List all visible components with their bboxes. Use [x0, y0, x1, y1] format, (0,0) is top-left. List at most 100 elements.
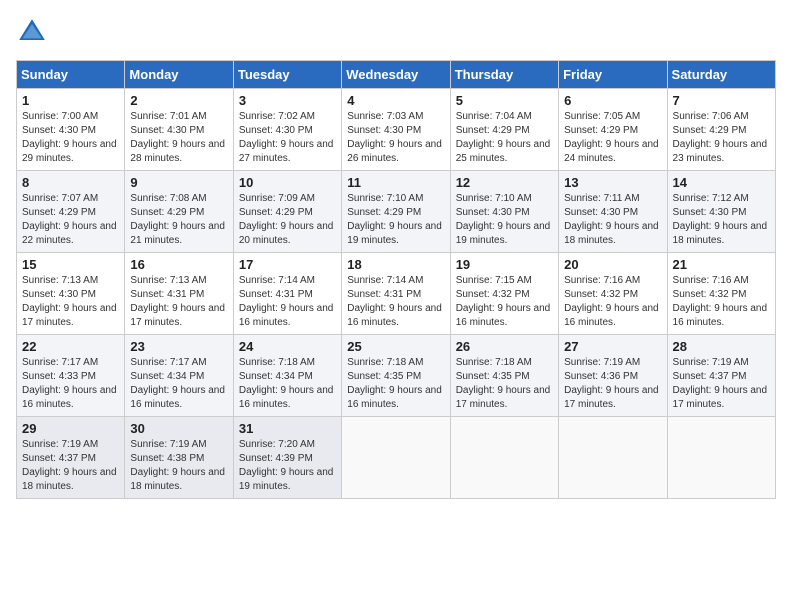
day-info: Sunrise: 7:05 AM Sunset: 4:29 PM Dayligh…: [564, 110, 661, 166]
daylight-label: Daylight: 9 hours and 17 minutes.: [673, 385, 768, 410]
calendar-cell: [342, 417, 450, 499]
sunrise-label: Sunrise: 7:04 AM: [456, 111, 532, 122]
day-number: 1: [22, 93, 119, 108]
day-number: 28: [673, 339, 770, 354]
calendar-cell: 30 Sunrise: 7:19 AM Sunset: 4:38 PM Dayl…: [125, 417, 233, 499]
sunrise-label: Sunrise: 7:18 AM: [347, 357, 423, 368]
day-info: Sunrise: 7:16 AM Sunset: 4:32 PM Dayligh…: [673, 274, 770, 330]
day-number: 14: [673, 175, 770, 190]
day-info: Sunrise: 7:02 AM Sunset: 4:30 PM Dayligh…: [239, 110, 336, 166]
day-header-wednesday: Wednesday: [342, 61, 450, 89]
sunrise-label: Sunrise: 7:03 AM: [347, 111, 423, 122]
calendar-week-row: 8 Sunrise: 7:07 AM Sunset: 4:29 PM Dayli…: [17, 171, 776, 253]
day-info: Sunrise: 7:10 AM Sunset: 4:29 PM Dayligh…: [347, 192, 444, 248]
daylight-label: Daylight: 9 hours and 16 minutes.: [564, 303, 659, 328]
sunrise-label: Sunrise: 7:00 AM: [22, 111, 98, 122]
day-info: Sunrise: 7:18 AM Sunset: 4:35 PM Dayligh…: [347, 356, 444, 412]
calendar-cell: 21 Sunrise: 7:16 AM Sunset: 4:32 PM Dayl…: [667, 253, 775, 335]
calendar-cell: 29 Sunrise: 7:19 AM Sunset: 4:37 PM Dayl…: [17, 417, 125, 499]
day-header-friday: Friday: [559, 61, 667, 89]
sunset-label: Sunset: 4:29 PM: [22, 207, 96, 218]
calendar-cell: 14 Sunrise: 7:12 AM Sunset: 4:30 PM Dayl…: [667, 171, 775, 253]
daylight-label: Daylight: 9 hours and 22 minutes.: [22, 221, 117, 246]
day-info: Sunrise: 7:03 AM Sunset: 4:30 PM Dayligh…: [347, 110, 444, 166]
daylight-label: Daylight: 9 hours and 19 minutes.: [347, 221, 442, 246]
day-number: 23: [130, 339, 227, 354]
calendar-cell: 13 Sunrise: 7:11 AM Sunset: 4:30 PM Dayl…: [559, 171, 667, 253]
day-info: Sunrise: 7:19 AM Sunset: 4:38 PM Dayligh…: [130, 438, 227, 494]
day-number: 21: [673, 257, 770, 272]
day-info: Sunrise: 7:12 AM Sunset: 4:30 PM Dayligh…: [673, 192, 770, 248]
sunset-label: Sunset: 4:29 PM: [564, 125, 638, 136]
day-number: 12: [456, 175, 553, 190]
day-header-sunday: Sunday: [17, 61, 125, 89]
calendar-cell: [667, 417, 775, 499]
daylight-label: Daylight: 9 hours and 16 minutes.: [347, 303, 442, 328]
calendar-cell: 2 Sunrise: 7:01 AM Sunset: 4:30 PM Dayli…: [125, 89, 233, 171]
calendar-cell: 31 Sunrise: 7:20 AM Sunset: 4:39 PM Dayl…: [233, 417, 341, 499]
sunrise-label: Sunrise: 7:19 AM: [130, 439, 206, 450]
calendar-cell: 28 Sunrise: 7:19 AM Sunset: 4:37 PM Dayl…: [667, 335, 775, 417]
sunset-label: Sunset: 4:33 PM: [22, 371, 96, 382]
day-header-saturday: Saturday: [667, 61, 775, 89]
day-number: 25: [347, 339, 444, 354]
day-info: Sunrise: 7:13 AM Sunset: 4:31 PM Dayligh…: [130, 274, 227, 330]
daylight-label: Daylight: 9 hours and 17 minutes.: [130, 303, 225, 328]
day-number: 29: [22, 421, 119, 436]
day-number: 26: [456, 339, 553, 354]
sunrise-label: Sunrise: 7:19 AM: [673, 357, 749, 368]
sunset-label: Sunset: 4:39 PM: [239, 453, 313, 464]
daylight-label: Daylight: 9 hours and 27 minutes.: [239, 139, 334, 164]
sunset-label: Sunset: 4:30 PM: [456, 207, 530, 218]
day-number: 13: [564, 175, 661, 190]
daylight-label: Daylight: 9 hours and 16 minutes.: [239, 303, 334, 328]
calendar-cell: 19 Sunrise: 7:15 AM Sunset: 4:32 PM Dayl…: [450, 253, 558, 335]
day-info: Sunrise: 7:19 AM Sunset: 4:36 PM Dayligh…: [564, 356, 661, 412]
sunrise-label: Sunrise: 7:09 AM: [239, 193, 315, 204]
calendar-cell: 4 Sunrise: 7:03 AM Sunset: 4:30 PM Dayli…: [342, 89, 450, 171]
day-header-monday: Monday: [125, 61, 233, 89]
calendar-cell: 9 Sunrise: 7:08 AM Sunset: 4:29 PM Dayli…: [125, 171, 233, 253]
calendar-cell: 12 Sunrise: 7:10 AM Sunset: 4:30 PM Dayl…: [450, 171, 558, 253]
daylight-label: Daylight: 9 hours and 19 minutes.: [456, 221, 551, 246]
day-number: 27: [564, 339, 661, 354]
sunrise-label: Sunrise: 7:14 AM: [239, 275, 315, 286]
daylight-label: Daylight: 9 hours and 26 minutes.: [347, 139, 442, 164]
calendar-body: 1 Sunrise: 7:00 AM Sunset: 4:30 PM Dayli…: [17, 89, 776, 499]
logo-icon: [16, 16, 48, 48]
daylight-label: Daylight: 9 hours and 17 minutes.: [22, 303, 117, 328]
day-info: Sunrise: 7:20 AM Sunset: 4:39 PM Dayligh…: [239, 438, 336, 494]
sunset-label: Sunset: 4:29 PM: [456, 125, 530, 136]
day-number: 22: [22, 339, 119, 354]
sunrise-label: Sunrise: 7:20 AM: [239, 439, 315, 450]
calendar-cell: 17 Sunrise: 7:14 AM Sunset: 4:31 PM Dayl…: [233, 253, 341, 335]
calendar-cell: 8 Sunrise: 7:07 AM Sunset: 4:29 PM Dayli…: [17, 171, 125, 253]
sunset-label: Sunset: 4:32 PM: [456, 289, 530, 300]
day-number: 10: [239, 175, 336, 190]
day-info: Sunrise: 7:16 AM Sunset: 4:32 PM Dayligh…: [564, 274, 661, 330]
day-number: 6: [564, 93, 661, 108]
daylight-label: Daylight: 9 hours and 23 minutes.: [673, 139, 768, 164]
day-info: Sunrise: 7:17 AM Sunset: 4:34 PM Dayligh…: [130, 356, 227, 412]
sunrise-label: Sunrise: 7:18 AM: [239, 357, 315, 368]
sunset-label: Sunset: 4:34 PM: [239, 371, 313, 382]
sunrise-label: Sunrise: 7:11 AM: [564, 193, 639, 204]
daylight-label: Daylight: 9 hours and 16 minutes.: [130, 385, 225, 410]
calendar-cell: 27 Sunrise: 7:19 AM Sunset: 4:36 PM Dayl…: [559, 335, 667, 417]
sunset-label: Sunset: 4:37 PM: [673, 371, 747, 382]
calendar-cell: 24 Sunrise: 7:18 AM Sunset: 4:34 PM Dayl…: [233, 335, 341, 417]
daylight-label: Daylight: 9 hours and 17 minutes.: [564, 385, 659, 410]
sunrise-label: Sunrise: 7:05 AM: [564, 111, 640, 122]
calendar-cell: 3 Sunrise: 7:02 AM Sunset: 4:30 PM Dayli…: [233, 89, 341, 171]
day-number: 4: [347, 93, 444, 108]
sunset-label: Sunset: 4:37 PM: [22, 453, 96, 464]
day-info: Sunrise: 7:00 AM Sunset: 4:30 PM Dayligh…: [22, 110, 119, 166]
day-info: Sunrise: 7:14 AM Sunset: 4:31 PM Dayligh…: [347, 274, 444, 330]
day-info: Sunrise: 7:09 AM Sunset: 4:29 PM Dayligh…: [239, 192, 336, 248]
calendar-week-row: 22 Sunrise: 7:17 AM Sunset: 4:33 PM Dayl…: [17, 335, 776, 417]
day-info: Sunrise: 7:01 AM Sunset: 4:30 PM Dayligh…: [130, 110, 227, 166]
sunrise-label: Sunrise: 7:19 AM: [564, 357, 640, 368]
daylight-label: Daylight: 9 hours and 17 minutes.: [456, 385, 551, 410]
calendar-cell: 15 Sunrise: 7:13 AM Sunset: 4:30 PM Dayl…: [17, 253, 125, 335]
day-header-tuesday: Tuesday: [233, 61, 341, 89]
